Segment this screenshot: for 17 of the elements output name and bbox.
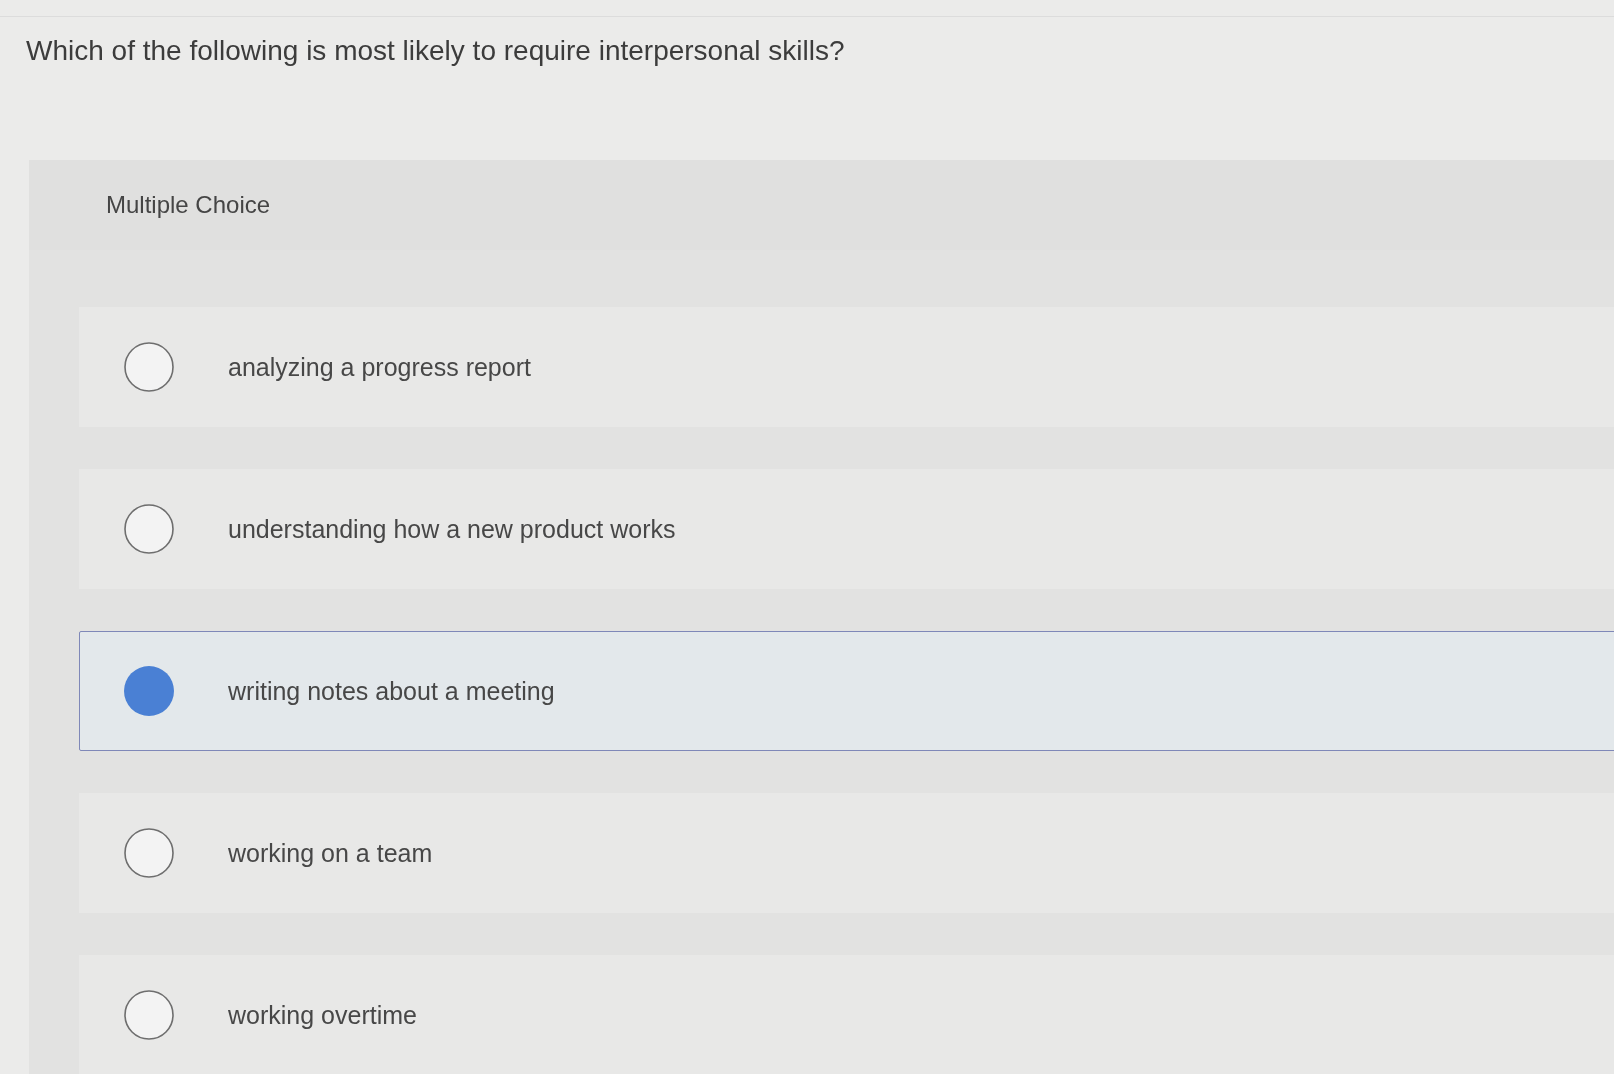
answer-option[interactable]: analyzing a progress report [79,307,1614,427]
option-label: working on a team [228,838,433,868]
radio-button[interactable] [124,342,174,392]
radio-button[interactable] [124,504,174,554]
option-label: understanding how a new product works [228,514,676,544]
answer-option[interactable]: understanding how a new product works [79,469,1614,589]
answer-option[interactable]: writing notes about a meeting [79,631,1614,751]
radio-button[interactable] [124,666,174,716]
option-label: writing notes about a meeting [228,676,555,706]
answer-option[interactable]: working overtime [79,955,1614,1074]
radio-button[interactable] [124,828,174,878]
option-label: analyzing a progress report [228,352,531,382]
question-text: Which of the following is most likely to require interpersonal skills? [26,35,845,67]
question-type-label: Multiple Choice [106,191,271,219]
option-label: working overtime [228,1000,417,1030]
answer-option[interactable]: working on a team [79,793,1614,913]
radio-button[interactable] [124,990,174,1040]
